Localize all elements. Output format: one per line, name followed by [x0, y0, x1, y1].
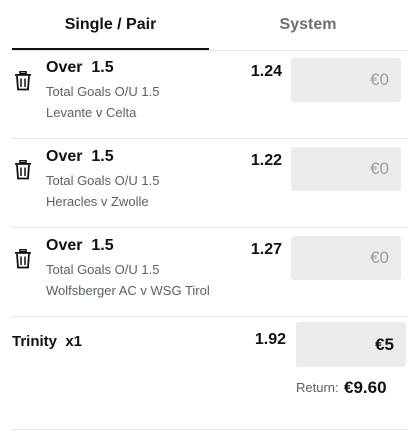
- bet-market-type: Total Goals O/U 1.5: [46, 84, 160, 99]
- trash-icon[interactable]: [14, 248, 32, 269]
- bet-odds: 1.27: [250, 241, 282, 258]
- trash-icon[interactable]: [14, 70, 32, 91]
- tab-system[interactable]: System: [209, 0, 407, 50]
- return-value: €9.60: [344, 378, 387, 397]
- trash-icon[interactable]: [14, 159, 32, 180]
- bet-market: Over 1.5: [46, 237, 114, 254]
- stake-input[interactable]: €0: [291, 58, 401, 102]
- bet-type-tabs: Single / Pair System: [0, 0, 419, 51]
- bet-event: Wolfsberger AC v WSG Tirol: [46, 283, 210, 298]
- bet-market-type: Total Goals O/U 1.5: [46, 173, 160, 188]
- bet-odds: 1.24: [250, 63, 282, 80]
- row-divider: [12, 138, 407, 139]
- return-label: Return:: [296, 380, 339, 395]
- multiple-stake-input[interactable]: €5: [296, 322, 406, 367]
- bet-market: Over 1.5: [46, 59, 114, 76]
- bet-item: Over 1.5 Total Goals O/U 1.5 Heracles v …: [0, 140, 419, 228]
- stake-input[interactable]: €0: [291, 147, 401, 191]
- bet-market-type: Total Goals O/U 1.5: [46, 262, 160, 277]
- section-divider: [12, 429, 407, 430]
- trinity-multiple: Trinity x1 1.92 €5 Return: €9.60: [0, 317, 419, 432]
- multiple-label: Trinity x1: [12, 333, 83, 350]
- multiple-odds: 1.92: [254, 331, 286, 348]
- bet-market: Over 1.5: [46, 148, 114, 165]
- tab-single-pair[interactable]: Single / Pair: [12, 0, 209, 50]
- bet-odds: 1.22: [250, 152, 282, 169]
- row-divider: [12, 227, 407, 228]
- bet-event: Levante v Celta: [46, 105, 137, 120]
- stake-input[interactable]: €0: [291, 236, 401, 280]
- bet-item: Over 1.5 Total Goals O/U 1.5 Wolfsberger…: [0, 229, 419, 317]
- bet-event: Heracles v Zwolle: [46, 194, 149, 209]
- bet-item: Over 1.5 Total Goals O/U 1.5 Levante v C…: [0, 51, 419, 139]
